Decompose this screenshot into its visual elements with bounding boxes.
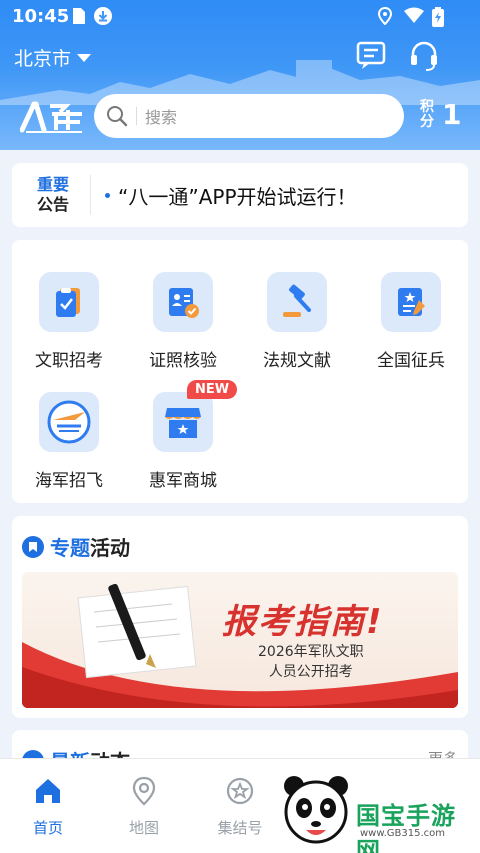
city-label: 北京市 <box>14 48 72 70</box>
bookmark-icon <box>22 535 44 558</box>
service-label: 惠军商城 <box>149 471 217 491</box>
download-icon <box>94 7 112 25</box>
search-divider <box>136 107 137 125</box>
service-conscription[interactable]: 全国征兵 <box>354 272 468 371</box>
location-icon <box>378 7 392 25</box>
banner-subtitle-line1: 2026年军队文职 <box>258 644 364 660</box>
tab-home[interactable]: 首页 <box>0 775 96 838</box>
new-badge: NEW <box>187 380 238 399</box>
points-label: 积分 <box>420 98 434 130</box>
service-regulations[interactable]: 法规文献 <box>240 272 354 371</box>
conscription-icon <box>381 272 441 332</box>
id-verify-icon <box>153 272 213 332</box>
watermark-text: 国宝手游网 <box>356 802 456 853</box>
tab-label: 首页 <box>32 819 63 837</box>
customer-service-icon[interactable] <box>408 40 440 72</box>
topic-section: 专题 活动 报考指南! 2026年军队文职 人员公开招考 <box>12 516 468 718</box>
topic-title: 专题 活动 <box>22 532 130 561</box>
status-time: 10:45 <box>12 6 70 27</box>
exam-icon <box>39 272 99 332</box>
service-military-store[interactable]: NEW 惠军商城 <box>126 380 240 491</box>
chevron-down-icon <box>77 53 92 62</box>
announcement-bar[interactable]: 重要 公告 “八一通”APP开始试运行！ <box>12 163 468 227</box>
city-selector[interactable]: 北京市 <box>14 44 92 71</box>
banner-subtitle: 2026年军队文职 人员公开招考 <box>258 642 364 682</box>
tab-label: 地图 <box>128 819 159 837</box>
service-navy-pilot[interactable]: 海军招飞 <box>12 392 126 491</box>
gavel-icon <box>267 272 327 332</box>
search-input[interactable]: 搜索 <box>145 104 177 128</box>
battery-icon <box>432 7 444 27</box>
service-id-verify[interactable]: 证照核验 <box>126 272 240 371</box>
banner-title: 报考指南! <box>222 602 384 642</box>
navy-pilot-icon <box>39 392 99 452</box>
tab-map[interactable]: 地图 <box>96 775 192 838</box>
app-header: 10:45 北京市 搜索 积分 1 <box>0 0 480 150</box>
exam-guide-banner[interactable]: 报考指南! 2026年军队文职 人员公开招考 <box>22 572 458 708</box>
banner-subtitle-line2: 人员公开招考 <box>268 664 353 680</box>
points-value: 1 <box>442 98 462 131</box>
search-bar[interactable]: 搜索 <box>94 94 404 138</box>
wifi-icon <box>404 7 424 23</box>
map-pin-icon <box>132 776 156 806</box>
announcement-badge-line1: 重要 <box>36 175 69 194</box>
announcement-text[interactable]: “八一通”APP开始试运行！ <box>118 181 357 210</box>
topic-title-part2: 活动 <box>90 536 130 560</box>
site-watermark: 国宝手游网 www.GB315.com <box>272 768 480 853</box>
status-bar: 10:45 <box>0 0 480 34</box>
announcement-badge-line2: 公告 <box>36 195 69 214</box>
message-icon[interactable] <box>356 40 386 70</box>
service-label: 法规文献 <box>263 351 331 371</box>
home-icon <box>36 779 60 803</box>
service-label: 全国征兵 <box>377 351 445 371</box>
app-logo <box>20 101 82 133</box>
service-label: 文职招考 <box>35 351 103 371</box>
sim-card-icon <box>73 8 85 24</box>
announcement-badge: 重要 公告 <box>28 175 78 215</box>
watermark-url: www.GB315.com <box>360 828 446 839</box>
services-grid: 文职招考 证照核验 法规文献 全国征兵 海军招飞 NEW 惠军商城 <box>12 240 468 503</box>
service-civilian-exam[interactable]: 文职招考 <box>12 272 126 371</box>
search-icon <box>107 106 128 127</box>
topic-title-part1: 专题 <box>50 536 90 560</box>
bullet-icon <box>105 192 110 198</box>
badge-star-icon <box>226 777 254 805</box>
service-label: 海军招飞 <box>35 471 103 491</box>
service-label: 证照核验 <box>149 351 217 371</box>
announcement-divider <box>90 175 91 215</box>
store-icon: NEW <box>153 380 238 452</box>
points-display[interactable]: 积分 1 <box>420 98 461 131</box>
panda-logo <box>284 776 348 844</box>
